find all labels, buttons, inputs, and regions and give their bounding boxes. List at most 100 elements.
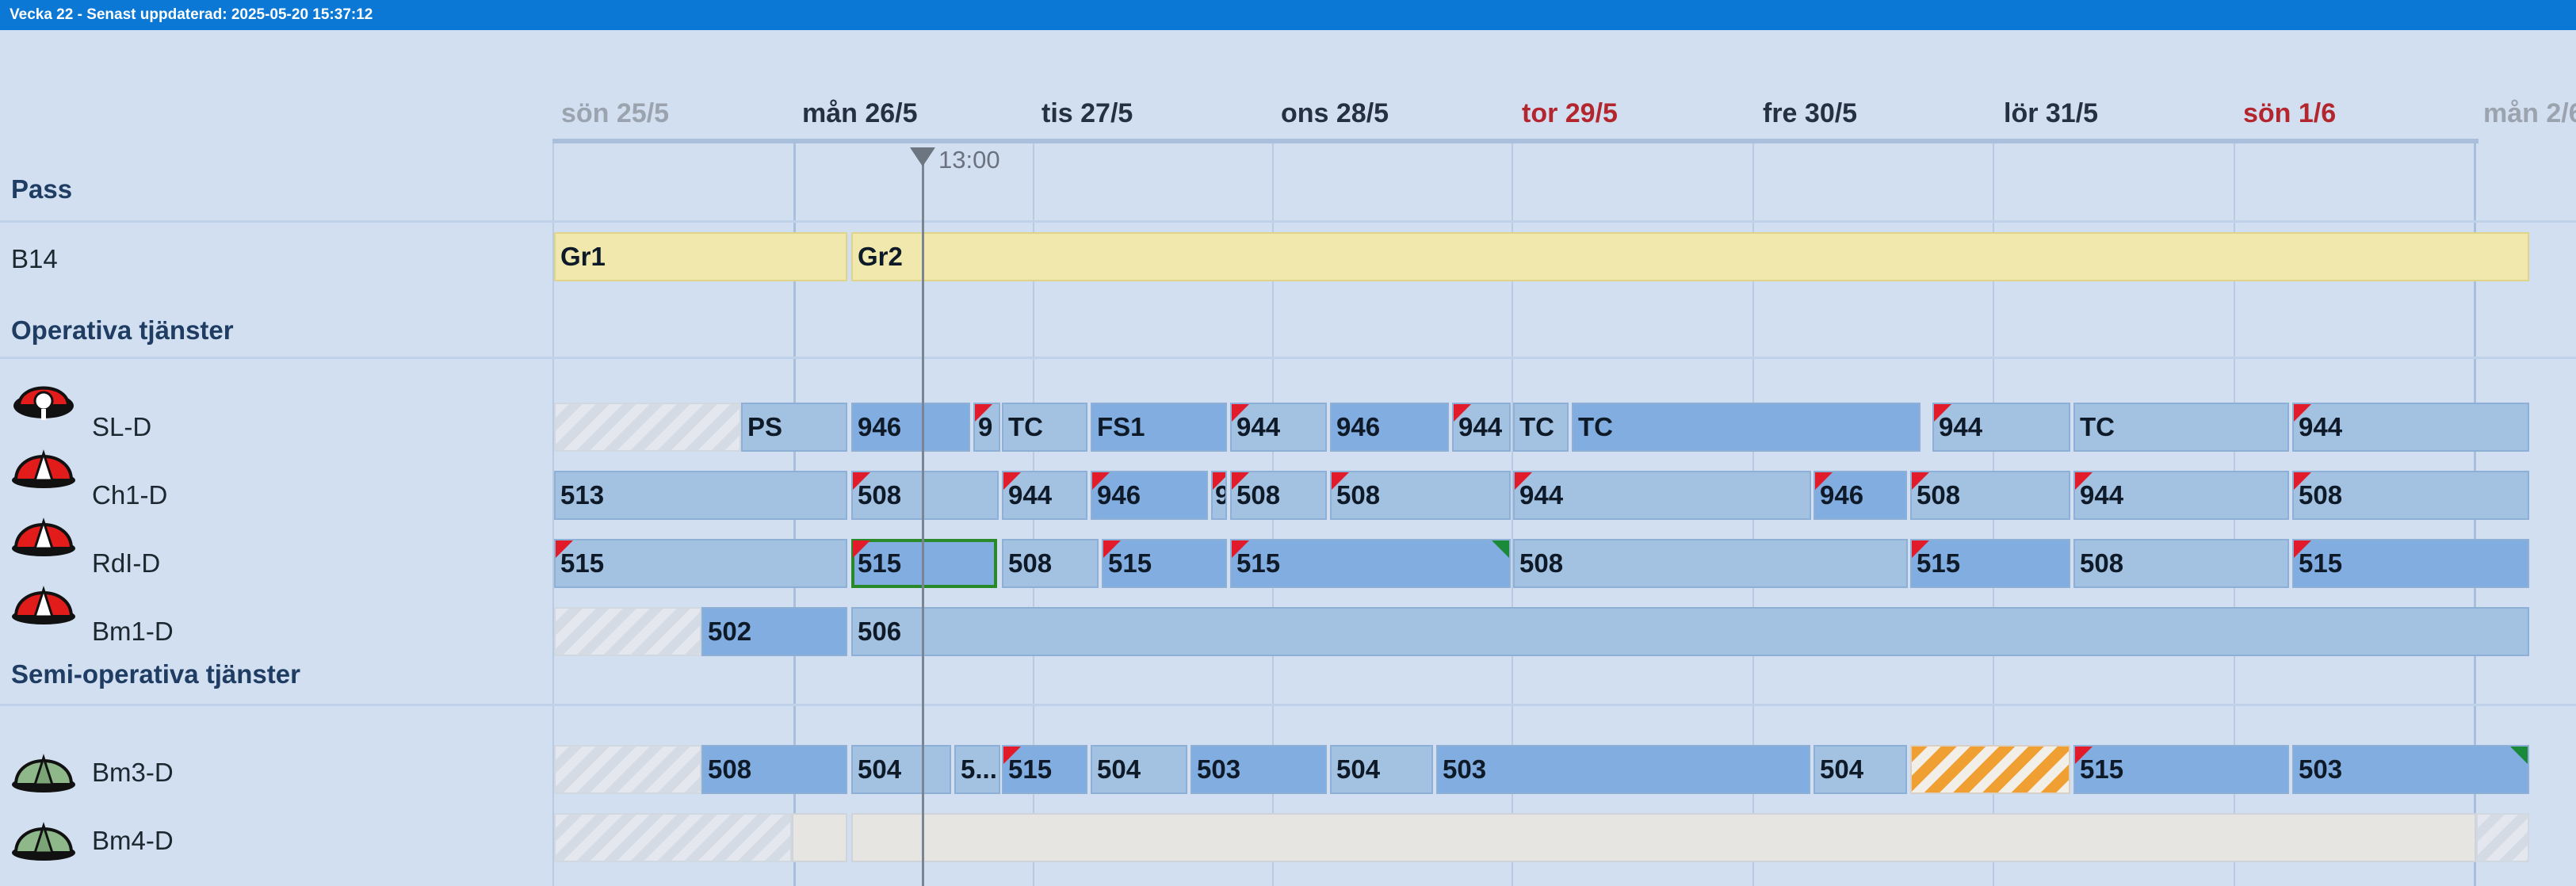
day-header-sun[interactable]: sön 25/5 <box>561 98 669 129</box>
shift-unavailable <box>792 813 847 862</box>
shift-bar[interactable]: 944 <box>1932 403 2070 452</box>
shift-bar[interactable]: 504 <box>1091 745 1187 794</box>
shift-bar[interactable]: 513 <box>554 471 847 520</box>
shift-bar[interactable]: 9 <box>973 403 1000 452</box>
shift-bar[interactable]: 515 <box>2073 745 2289 794</box>
row-divider <box>0 357 2576 359</box>
shift-bar-selected[interactable]: 515 <box>851 539 997 588</box>
shift-unavailable <box>851 813 2476 862</box>
shift-bar[interactable]: 508 <box>1910 471 2070 520</box>
shift-bar[interactable]: 946 <box>851 403 970 452</box>
shift-bar[interactable]: 504 <box>1814 745 1907 794</box>
current-time-marker-icon <box>910 147 935 166</box>
shift-bar[interactable]: 944 <box>2292 403 2529 452</box>
green-helmet-icon <box>12 754 75 792</box>
shift-bar[interactable]: TC <box>1572 403 1921 452</box>
conflict-bar[interactable] <box>1910 745 2070 794</box>
shift-bar[interactable]: TC <box>1513 403 1569 452</box>
shift-bar[interactable]: TC <box>2073 403 2289 452</box>
shift-bar[interactable]: PS <box>741 403 847 452</box>
shift-bar[interactable]: 503 <box>1436 745 1810 794</box>
shift-bar[interactable]: 946 <box>1091 471 1208 520</box>
shift-bar[interactable]: 944 <box>2073 471 2289 520</box>
row-label-bm1-d: Bm1-D <box>92 617 174 646</box>
shift-bar[interactable]: 946 <box>1814 471 1907 520</box>
alert-flag <box>1092 472 1110 490</box>
shift-bar[interactable]: 508 <box>851 471 999 520</box>
shift-empty <box>2476 813 2529 862</box>
shift-bar[interactable]: 504 <box>851 745 951 794</box>
shift-bar[interactable]: 508 <box>1230 471 1327 520</box>
shift-label: 503 <box>2299 754 2343 784</box>
alert-flag <box>853 472 870 490</box>
note-flag <box>2510 747 2528 764</box>
shift-bar[interactable]: FS1 <box>1091 403 1227 452</box>
shift-bar[interactable]: 504 <box>1330 745 1433 794</box>
shift-bar[interactable]: 944 <box>1002 471 1087 520</box>
day-header-tue[interactable]: tis 27/5 <box>1041 98 1133 129</box>
shift-bar[interactable]: 503 <box>2292 745 2529 794</box>
shift-bar[interactable]: 515 <box>1102 539 1227 588</box>
row-label-ch1-d: Ch1-D <box>92 480 168 510</box>
alert-flag <box>1912 540 1929 558</box>
alert-flag <box>853 540 870 558</box>
shift-bar[interactable]: 506 <box>851 607 2529 656</box>
alert-flag <box>1003 747 1021 764</box>
shift-bar[interactable]: 944 <box>1452 403 1511 452</box>
alert-flag <box>1103 540 1121 558</box>
shift-bar[interactable]: 944 <box>1230 403 1327 452</box>
shift-bar[interactable]: 5... <box>954 745 1000 794</box>
alert-flag <box>1912 472 1929 490</box>
row-divider <box>0 704 2576 706</box>
shift-bar[interactable]: 515 <box>554 539 847 588</box>
shift-bar[interactable]: 944 <box>1513 471 1811 520</box>
section-operativa: Operativa tjänster <box>11 315 234 345</box>
row-label-rdi-d: RdI-D <box>92 548 161 578</box>
pass-bar[interactable]: Gr1 <box>554 232 847 281</box>
red-helmet-icon <box>12 449 75 488</box>
green-helmet-icon <box>12 822 75 861</box>
schedule-panel: sön 25/5 mån 26/5 tis 27/5 ons 28/5 tor … <box>0 30 2576 886</box>
shift-empty <box>554 745 701 794</box>
shift-bar[interactable]: 508 <box>1002 539 1099 588</box>
firefighter-helmet-icon <box>13 386 74 420</box>
row-label-bm4-d: Bm4-D <box>92 826 174 855</box>
shift-bar[interactable]: 508 <box>701 745 847 794</box>
shift-bar[interactable]: 508 <box>1330 471 1511 520</box>
current-time-label: 13:00 <box>938 146 1000 174</box>
day-header-mon[interactable]: mån 26/5 <box>802 98 918 129</box>
alert-flag <box>1815 472 1833 490</box>
shift-bar[interactable]: TC <box>1002 403 1087 452</box>
alert-flag <box>975 404 992 422</box>
alert-flag <box>2294 540 2311 558</box>
shift-bar[interactable]: 515 <box>2292 539 2529 588</box>
day-header-wed[interactable]: ons 28/5 <box>1281 98 1389 129</box>
shift-empty <box>554 607 701 656</box>
alert-flag <box>1515 472 1532 490</box>
day-header-mon2[interactable]: mån 2/6 <box>2483 98 2576 129</box>
shift-bar[interactable]: 508 <box>1513 539 1908 588</box>
day-header-thu[interactable]: tor 29/5 <box>1522 98 1618 129</box>
shift-bar[interactable]: 9 <box>1211 471 1227 520</box>
shift-bar[interactable]: 515 <box>1002 745 1087 794</box>
shift-bar[interactable]: 508 <box>2073 539 2289 588</box>
shift-bar[interactable]: 946 <box>1330 403 1449 452</box>
pass-bar[interactable]: Gr2 <box>851 232 2529 281</box>
day-header-sat[interactable]: lör 31/5 <box>2004 98 2098 129</box>
shift-bar[interactable]: 503 <box>1191 745 1327 794</box>
alert-flag <box>556 540 573 558</box>
alert-flag <box>1232 540 1249 558</box>
red-helmet-icon <box>12 517 75 556</box>
alert-flag <box>1213 472 1225 490</box>
alert-flag <box>2294 404 2311 422</box>
window-title: Vecka 22 - Senast uppdaterad: 2025-05-20… <box>0 0 2576 30</box>
row-label-b14: B14 <box>11 244 58 273</box>
row-label-bm3-d: Bm3-D <box>92 758 174 787</box>
shift-bar[interactable]: 508 <box>2292 471 2529 520</box>
day-header-fri[interactable]: fre 30/5 <box>1763 98 1857 129</box>
shift-bar[interactable]: 502 <box>701 607 847 656</box>
shift-bar[interactable]: 515 <box>1230 539 1511 588</box>
shift-bar[interactable]: 515 <box>1910 539 2070 588</box>
header-divider <box>552 139 2479 143</box>
day-header-sun2[interactable]: sön 1/6 <box>2243 98 2336 129</box>
